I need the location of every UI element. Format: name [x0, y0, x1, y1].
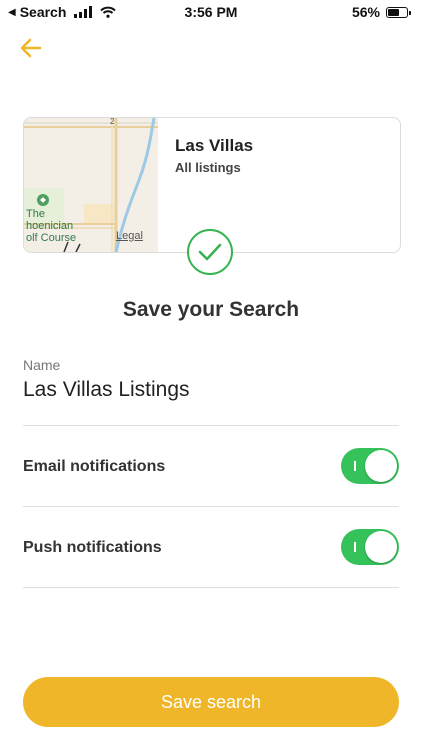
map-thumbnail: 2 The hoenician olf Course Legal [24, 118, 158, 252]
divider [23, 425, 399, 426]
map-legal-link[interactable]: Legal [116, 230, 143, 242]
success-check-icon [187, 229, 233, 275]
push-notifications-label: Push notifications [23, 539, 162, 556]
save-search-button[interactable]: Save search [23, 677, 399, 727]
name-field-label: Name [23, 357, 61, 373]
status-right: 56% [351, 4, 411, 20]
name-field[interactable]: Las Villas Listings [23, 378, 190, 402]
toggle-knob [365, 531, 397, 563]
page-title: Save your Search [122, 298, 300, 321]
arrow-left-icon [20, 38, 42, 58]
search-title: Las Villas [175, 136, 254, 155]
svg-text:2: 2 [110, 118, 115, 126]
email-notifications-label: Email notifications [23, 458, 166, 475]
divider [23, 587, 399, 588]
push-notifications-toggle[interactable] [341, 529, 399, 565]
toggle-knob [365, 450, 397, 482]
battery-icon [386, 6, 411, 18]
battery-percent: 56% [351, 4, 380, 20]
status-bar: ◀ Search 3:56 PM 56% [0, 0, 422, 26]
email-notifications-toggle[interactable] [341, 448, 399, 484]
divider [23, 506, 399, 507]
search-subtitle: All listings [175, 160, 241, 175]
map-poi-label: The hoenician olf Course [26, 208, 77, 244]
back-button[interactable] [18, 34, 46, 62]
